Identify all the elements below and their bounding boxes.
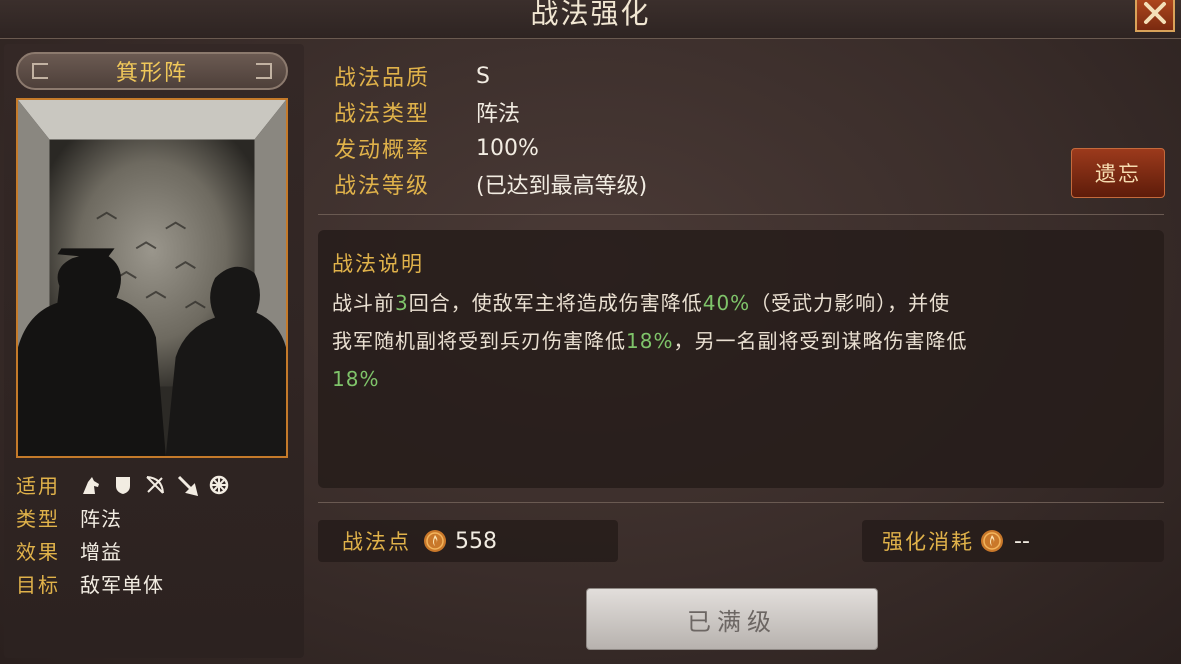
- desc-segment: 回合，使敌军主将造成伤害降低: [408, 291, 703, 315]
- desc-value-damage-reduction: 40%: [702, 291, 751, 315]
- desc-value-strategy-reduction: 18%: [332, 367, 380, 391]
- target-row: 目标 敌军单体: [16, 567, 230, 600]
- effect-value: 增益: [80, 540, 122, 564]
- skill-level-label: 战法等级: [334, 174, 431, 199]
- spear-icon: [176, 474, 198, 496]
- skill-info: 战法品质 S 战法类型 阵法 发动概率 100% 战法等级 (已达到最高等级): [334, 58, 647, 202]
- close-icon: [1144, 2, 1166, 24]
- vehicle-icon: [208, 474, 230, 496]
- skill-level-row: 战法等级 (已达到最高等级): [334, 166, 647, 202]
- type-value: 阵法: [80, 507, 122, 531]
- upgrade-cost-label: 强化消耗: [882, 530, 974, 554]
- type-label: 类型: [16, 507, 60, 531]
- upgrade-cost-box: 强化消耗 --: [862, 520, 1164, 562]
- skill-point-coin-icon: [423, 529, 447, 553]
- skill-points-label: 战法点: [342, 530, 411, 554]
- desc-value-rounds: 3: [395, 291, 409, 315]
- trigger-rate-label: 发动概率: [334, 138, 431, 163]
- plate-ornament-left: [32, 63, 48, 79]
- type-row: 类型 阵法: [16, 501, 230, 534]
- skill-points-box: 战法点 558: [318, 520, 618, 562]
- divider-top: [318, 214, 1164, 215]
- divider-bottom: [318, 502, 1164, 503]
- desc-segment: ，另一名副将受到谋略伤害降低: [673, 329, 968, 353]
- skill-type-value: 阵法: [476, 102, 521, 127]
- cost-coin-icon: [980, 529, 1004, 553]
- trigger-rate-row: 发动概率 100%: [334, 130, 647, 166]
- close-button[interactable]: [1135, 0, 1175, 32]
- max-level-button[interactable]: 已满级: [586, 588, 878, 650]
- applicable-troops-row: 适用: [16, 468, 230, 501]
- cavalry-icon: [80, 474, 102, 496]
- desc-segment: 战斗前: [332, 291, 395, 315]
- skill-name: 箕形阵: [115, 61, 188, 86]
- skill-name-plate: 箕形阵: [16, 52, 288, 90]
- skill-type-row: 战法类型 阵法: [334, 94, 647, 130]
- troop-icons: [80, 474, 230, 496]
- quality-label: 战法品质: [334, 66, 431, 91]
- desc-segment: （受武力影响），并使: [750, 291, 951, 315]
- upgrade-cost-value: --: [1014, 528, 1030, 554]
- shield-icon: [112, 474, 134, 496]
- quality-value: S: [476, 63, 490, 89]
- target-value: 敌军单体: [80, 573, 164, 597]
- description-text: 战斗前3回合，使敌军主将造成伤害降低40%（受武力影响），并使 我军随机副将受到…: [332, 284, 1150, 398]
- quality-row: 战法品质 S: [334, 58, 647, 94]
- skill-attributes: 适用 类型 阵法 效果 增益 目标 敌军单体: [16, 468, 230, 600]
- forget-button[interactable]: 遗忘: [1071, 148, 1165, 198]
- skill-type-label: 战法类型: [334, 102, 431, 127]
- target-label: 目标: [16, 573, 60, 597]
- bow-icon: [144, 474, 166, 496]
- skill-level-value: (已达到最高等级): [476, 174, 648, 199]
- title-bar: 战法强化: [0, 0, 1181, 39]
- plate-ornament-right: [256, 63, 272, 79]
- skill-illustration: [16, 98, 288, 458]
- window-title: 战法强化: [530, 0, 651, 30]
- effect-label: 效果: [16, 540, 60, 564]
- effect-row: 效果 增益: [16, 534, 230, 567]
- trigger-rate-value: 100%: [476, 135, 539, 161]
- description-panel: 战法说明 战斗前3回合，使敌军主将造成伤害降低40%（受武力影响），并使 我军随…: [318, 230, 1164, 488]
- desc-segment: 我军随机副将受到兵刃伤害降低: [332, 329, 626, 353]
- skill-points-value: 558: [455, 528, 497, 554]
- applicable-label: 适用: [16, 474, 60, 498]
- desc-value-blade-reduction: 18%: [626, 329, 674, 353]
- skill-card-panel: 箕形阵 适用 类型 阵法 效果 增益 目标 敌军单体: [4, 44, 304, 658]
- description-title: 战法说明: [332, 252, 424, 276]
